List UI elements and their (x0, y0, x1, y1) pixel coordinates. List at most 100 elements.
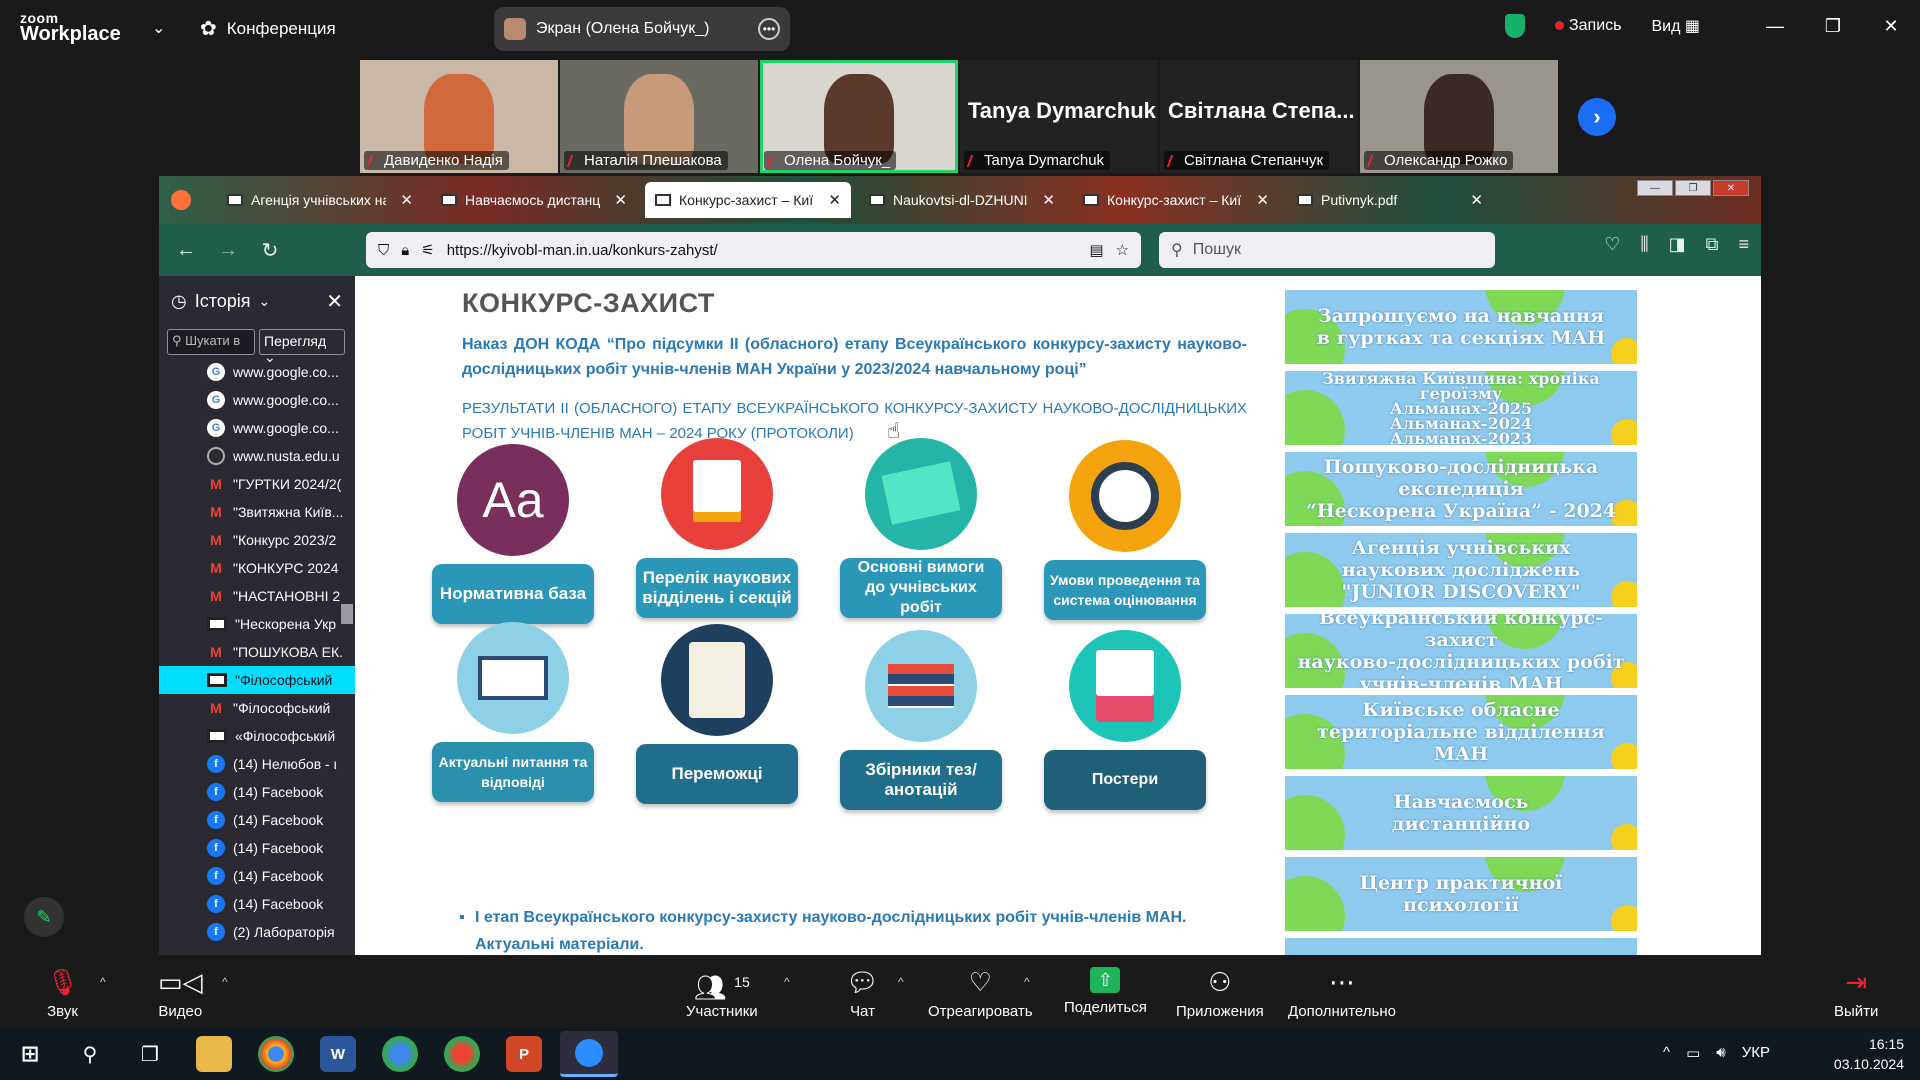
security-shield-icon[interactable] (1504, 14, 1525, 38)
word-icon[interactable]: W (320, 1036, 356, 1072)
history-item[interactable]: M "Конкурс 2023/2 (159, 526, 355, 554)
sidebar-scrollbar-thumb[interactable] (341, 604, 353, 624)
close-tab-icon[interactable]: ✕ (1042, 191, 1055, 209)
share-button[interactable]: ⇧ Поделиться (1064, 967, 1147, 1016)
reload-icon[interactable]: ↻ (249, 238, 291, 263)
history-item[interactable]: M "Звитяжна Київ... (159, 498, 355, 526)
close-tab-icon[interactable]: ✕ (400, 191, 413, 209)
history-item[interactable]: f (14) Facebook (159, 834, 355, 862)
search-icon[interactable]: ⚲ (72, 1036, 108, 1072)
back-icon[interactable]: ← (165, 239, 207, 262)
section-button[interactable]: Постери (1044, 750, 1206, 810)
participants-button[interactable]: 👥︎ 15 Участники (686, 967, 758, 1020)
menu-icon[interactable]: ≡ (1738, 234, 1749, 255)
sidebar-banner[interactable] (1285, 938, 1637, 955)
section-tile[interactable]: Aa Нормативна база (423, 444, 603, 624)
sidebar-banner[interactable]: Агенція учнівських наукових досліджень "JU… (1285, 533, 1637, 607)
file-explorer-icon[interactable] (196, 1036, 232, 1072)
tray-expand-icon[interactable]: ^ (1663, 1044, 1670, 1062)
section-tile[interactable]: Постери (1035, 630, 1215, 810)
task-view-icon[interactable]: ❐ (132, 1036, 168, 1072)
close-sidebar-icon[interactable]: ✕ (326, 289, 343, 314)
browser-tab[interactable]: Агенція учнівських на ✕ (217, 182, 423, 218)
history-item[interactable]: Gwww.google.co... (159, 358, 355, 386)
forward-icon[interactable]: → (207, 239, 249, 262)
participant-tile[interactable]: Tanya Dymarchuk Tanya Dymarchuk (960, 60, 1158, 173)
certificate-icon[interactable] (661, 624, 773, 736)
sidebar-toggle-icon[interactable]: ◨ (1669, 234, 1686, 255)
language-indicator[interactable]: УКР (1742, 1044, 1770, 1062)
network-icon[interactable]: ▭ (1686, 1044, 1700, 1062)
video-button[interactable]: ▭◁ Видео (158, 967, 203, 1020)
history-item[interactable]: f (2) Лабораторія (159, 918, 355, 946)
section-tile[interactable]: Перелік наукових відділень і секцій (627, 438, 807, 618)
close-tab-icon[interactable]: ✕ (828, 191, 841, 209)
history-item[interactable]: f (14) Facebook (159, 862, 355, 890)
sidebar-banner[interactable]: Київське обласне територіальне відділення… (1285, 695, 1637, 769)
browser-tab[interactable]: Конкурс-захист – Київ ✕ (1073, 182, 1279, 218)
history-item[interactable]: f (14) Facebook (159, 806, 355, 834)
history-item[interactable]: f (14) Нелюбов - ι (159, 750, 355, 778)
participant-tile[interactable]: Олександр Рожко (1360, 60, 1558, 173)
close-icon[interactable]: ✕ (1862, 0, 1920, 52)
annotate-pencil-button[interactable]: ✎ (24, 897, 64, 937)
font-icon[interactable]: Aa (457, 444, 569, 556)
record-button[interactable]: Запись (1554, 17, 1621, 35)
chrome-profile-2-icon[interactable] (444, 1036, 480, 1072)
sidebar-banner[interactable]: Навчаємось дистанційно (1285, 776, 1637, 850)
books-icon[interactable] (865, 630, 977, 742)
section-tile[interactable]: Переможці (627, 624, 807, 804)
view-button[interactable]: Вид ▦ (1651, 16, 1700, 36)
history-item[interactable]: "Нескорена Укр (159, 610, 355, 638)
sidebar-banner[interactable]: Звитяжна Київщина: хроніка героїзму Альма… (1285, 371, 1637, 445)
sidebar-banner[interactable]: Запрошуємо на навчання в гуртках та секці… (1285, 290, 1637, 364)
library-icon[interactable]: ⫼ (1640, 234, 1648, 255)
section-button[interactable]: Перелік наукових відділень і секцій (636, 558, 798, 618)
history-item[interactable]: «Філософський (159, 722, 355, 750)
document-download-icon[interactable] (661, 438, 773, 550)
browser-tab[interactable]: Конкурс-захист – Київ ✕ (645, 182, 851, 218)
monitor-search-icon[interactable] (457, 622, 569, 734)
browser-minimize-icon[interactable]: — (1637, 180, 1673, 196)
chat-button[interactable]: 💬︎ Чат (846, 967, 879, 1020)
browser-tab[interactable]: Naukovtsi-dl-DZHUNI ✕ (859, 182, 1065, 218)
participant-tile[interactable]: Світлана Степа... Світлана Степанчук (1160, 60, 1358, 173)
compass-icon[interactable] (1069, 440, 1181, 552)
section-button[interactable]: Збірники тез/анотацій (840, 750, 1002, 810)
leave-button[interactable]: ⇥ Выйти (1834, 967, 1878, 1020)
tracking-shield-icon[interactable]: ⛉ (378, 242, 389, 259)
permissions-icon[interactable]: ⚟ (421, 241, 434, 259)
pocket-icon[interactable]: ♡ (1604, 234, 1620, 255)
powerpoint-icon[interactable]: P (506, 1036, 542, 1072)
zoom-taskbar-icon[interactable] (560, 1031, 618, 1077)
history-item[interactable]: M "ПОШУКОВА ЕК. (159, 638, 355, 666)
history-item[interactable]: M "ГУРТКИ 2024/2( (159, 470, 355, 498)
section-button[interactable]: Переможці (636, 744, 798, 804)
section-tile[interactable]: Збірники тез/анотацій (831, 630, 1011, 810)
section-button[interactable]: Основні вимоги до учнівських робіт (840, 558, 1002, 618)
extensions-icon[interactable]: ⧉ (1706, 234, 1719, 255)
react-caret-icon[interactable]: ^ (1024, 975, 1030, 989)
apps-button[interactable]: ⚇ Приложения (1176, 967, 1264, 1020)
screen-share-indicator[interactable]: Экран (Олена Бойчук_) ••• (494, 7, 790, 51)
close-tab-icon[interactable]: ✕ (1256, 191, 1269, 209)
sidebar-banner[interactable]: Пошуково-дослідницька експедиція “Нескорен… (1285, 452, 1637, 526)
reader-view-icon[interactable]: ▤ (1089, 241, 1103, 259)
close-tab-icon[interactable]: ✕ (614, 191, 627, 209)
volume-icon[interactable]: 🔊︎ (1716, 1044, 1725, 1062)
section-button[interactable]: Актуальні питання та відповіді (432, 742, 594, 802)
history-item[interactable]: www.nusta.edu.u (159, 442, 355, 470)
section-button[interactable]: Нормативна база (432, 564, 594, 624)
minimize-icon[interactable]: — (1746, 0, 1804, 52)
sidebar-banner[interactable]: Центр практичної психології (1285, 857, 1637, 931)
audio-options-caret-icon[interactable]: ^ (100, 975, 106, 989)
browser-close-icon[interactable]: ✕ (1713, 180, 1749, 196)
participants-caret-icon[interactable]: ^ (784, 975, 790, 989)
history-item[interactable]: "Філософський (159, 666, 355, 694)
participant-tile[interactable]: Давиденко Надія (360, 60, 558, 173)
section-tile[interactable]: Основні вимоги до учнівських робіт (831, 438, 1011, 618)
chrome-icon[interactable] (258, 1036, 294, 1072)
more-button[interactable]: ⋯ Дополнительно (1288, 967, 1396, 1020)
participant-tile[interactable]: Наталія Плешакова (560, 60, 758, 173)
history-item[interactable]: Gwww.google.co... (159, 386, 355, 414)
